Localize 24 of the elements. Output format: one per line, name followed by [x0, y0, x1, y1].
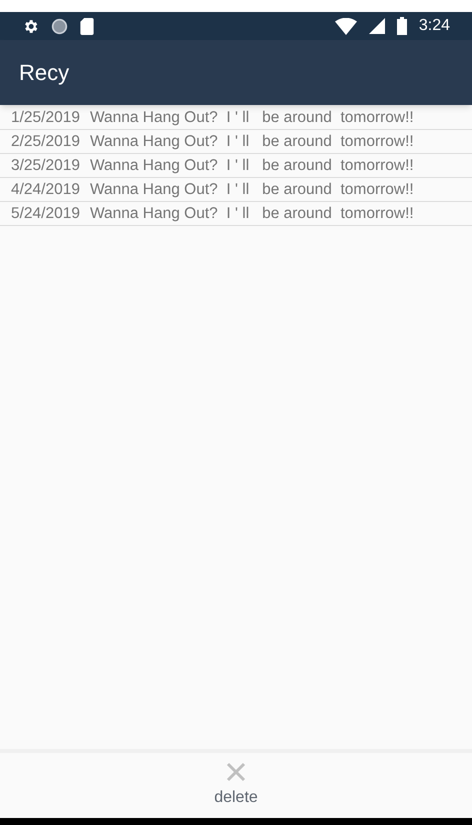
sd-card-icon	[80, 18, 94, 34]
signal-icon	[368, 18, 385, 34]
row-date: 5/24/2019	[11, 204, 80, 224]
close-icon	[226, 762, 246, 782]
list-row[interactable]: 1/25/2019 Wanna Hang Out? I ' ll be around tomorrow!!	[0, 106, 472, 130]
app-title: Recy	[19, 59, 70, 87]
list-row[interactable]: 2/25/2019 Wanna Hang Out? I ' ll be around tomorrow!!	[0, 130, 472, 154]
row-date: 1/25/2019	[11, 108, 80, 128]
circle-icon	[51, 18, 68, 34]
row-message: Wanna Hang Out? I ' ll be around tomorrow!!	[90, 204, 414, 224]
row-message: Wanna Hang Out? I ' ll be around tomorrow!!	[90, 108, 414, 128]
row-date: 2/25/2019	[11, 132, 80, 152]
battery-icon	[396, 17, 407, 35]
row-date: 3/25/2019	[11, 156, 80, 176]
list-row[interactable]: 3/25/2019 Wanna Hang Out? I ' ll be around tomorrow!!	[0, 154, 472, 178]
list-row[interactable]: 5/24/2019 Wanna Hang Out? I ' ll be around tomorrow!!	[0, 202, 472, 226]
delete-button[interactable]: delete	[214, 762, 258, 810]
row-message: Wanna Hang Out? I ' ll be around tomorrow!!	[90, 132, 414, 152]
list-row[interactable]: 4/24/2019 Wanna Hang Out? I ' ll be around tomorrow!!	[0, 178, 472, 202]
row-message: Wanna Hang Out? I ' ll be around tomorrow!!	[90, 156, 414, 176]
row-message: Wanna Hang Out? I ' ll be around tomorrow!!	[90, 180, 414, 200]
status-time: 3:24	[418, 16, 450, 36]
row-date: 4/24/2019	[11, 180, 80, 200]
wifi-icon	[334, 18, 357, 34]
